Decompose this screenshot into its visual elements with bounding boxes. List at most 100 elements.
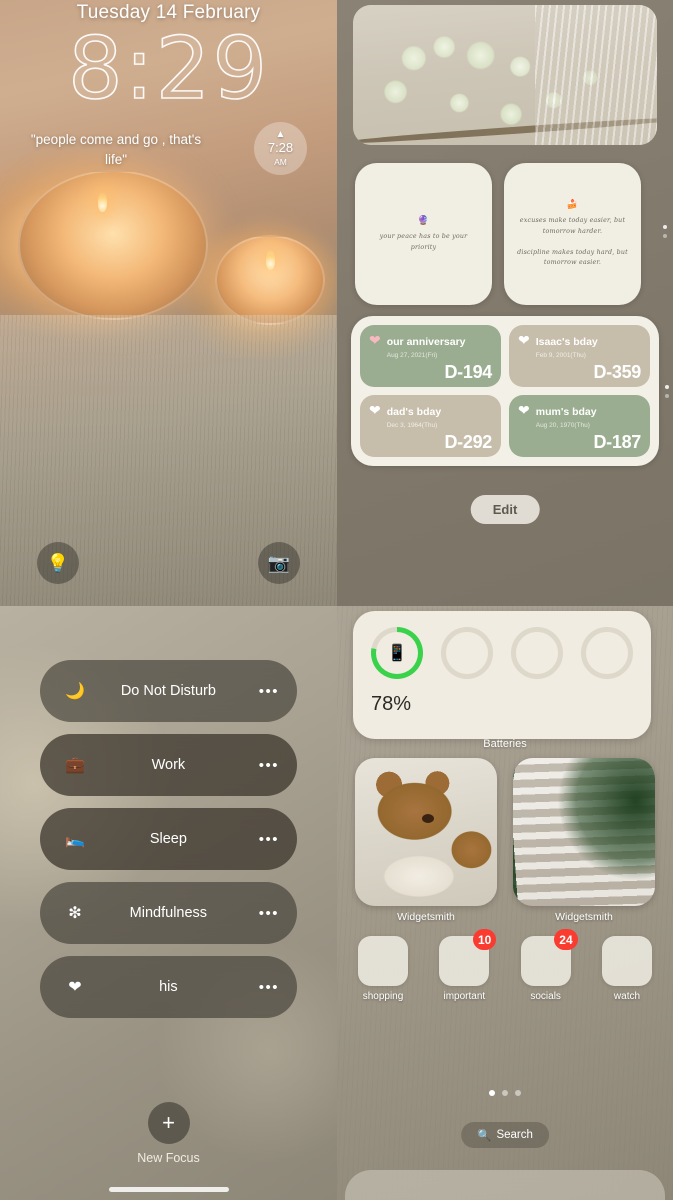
focus-item-label: Mindfulness xyxy=(129,905,208,921)
focus-item-work[interactable]: 💼 Work ••• xyxy=(40,734,297,796)
battery-widget[interactable]: 📱 78% xyxy=(353,611,651,739)
teddy-bear-photo xyxy=(355,758,497,906)
heart-icon: ❤ xyxy=(518,402,530,418)
quote-text: excuses make today easier, but tomorrow … xyxy=(519,217,626,235)
focus-item-more-button[interactable]: ••• xyxy=(259,683,279,700)
lock-screen-quote: "people come and go , that's life" xyxy=(30,132,202,167)
notification-badge: 10 xyxy=(472,929,497,950)
countdown-title: our anniversary xyxy=(386,336,466,348)
countdown-days: D-187 xyxy=(593,432,641,452)
countdown-page-indicator[interactable] xyxy=(665,385,669,398)
app-icon[interactable]: 24 xyxy=(520,929,578,986)
countdown-title: Isaac's bday xyxy=(535,336,598,348)
widgetsmith-widget-2[interactable]: Widgetsmith xyxy=(513,758,655,923)
alarm-meridiem: AM xyxy=(274,156,287,167)
countdown-card[interactable]: ❤ mum's bday Aug 20, 1970(Thu) D-187 xyxy=(509,395,650,457)
quote-widget-row: 🔮 your peace has to be your priority 🍰 e… xyxy=(337,163,673,305)
widgetsmith-widget-1[interactable]: Widgetsmith xyxy=(355,758,497,923)
focus-list: 🌙 Do Not Disturb ••• 💼 Work ••• 🛌 Sleep … xyxy=(40,660,297,1018)
app-label: important xyxy=(443,991,486,1002)
app-icon[interactable] xyxy=(601,936,652,986)
page-dot xyxy=(663,225,667,229)
focus-item-more-button[interactable]: ••• xyxy=(259,757,279,774)
app-label: watch xyxy=(613,991,641,1002)
countdown-days: D-359 xyxy=(593,362,641,382)
flashlight-button[interactable]: 💡 xyxy=(37,542,79,584)
countdown-date: Dec 3, 1964(Thu) xyxy=(386,422,438,429)
widget-page-indicator[interactable] xyxy=(663,225,667,238)
app-icon[interactable]: 10 xyxy=(439,929,497,986)
lock-screen-clock: 8:29 xyxy=(67,19,270,119)
search-button[interactable]: 🔍 Search xyxy=(461,1122,549,1148)
heart-icon: ❤ xyxy=(369,332,381,348)
focus-item-label: Work xyxy=(151,757,186,773)
new-focus-button[interactable]: + New Focus xyxy=(0,1102,337,1165)
notification-badge: 24 xyxy=(554,929,578,950)
focus-item-his[interactable]: ❤ his ••• xyxy=(40,956,297,1018)
focus-item-sleep[interactable]: 🛌 Sleep ••• xyxy=(40,808,297,870)
page-dot xyxy=(515,1090,521,1096)
dock xyxy=(345,1170,665,1200)
page-dot xyxy=(502,1090,508,1096)
battery-widget-label: Batteries xyxy=(483,738,527,750)
countdown-grid: ❤ our anniversary Aug 27, 2021(Fri) D-19… xyxy=(360,325,650,457)
widgets-page-pane: 🔮 your peace has to be your priority 🍰 e… xyxy=(337,0,673,606)
sunrise-icon: ▲ xyxy=(275,129,286,141)
countdown-title: dad's bday xyxy=(386,406,442,418)
countdown-date: Aug 27, 2021(Fri) xyxy=(386,352,438,359)
lock-screen-pane: Tuesday 14 February 8:29 "people come an… xyxy=(0,0,337,606)
home-screen-pane: 📱 78% Batteries Widgetsmith Widgetsmith xyxy=(337,606,673,1200)
countdown-card[interactable]: ❤ Isaac's bday Feb 9, 2001(Thu) D-359 xyxy=(509,325,650,387)
candle-small xyxy=(215,235,325,325)
quote-text: your peace has to be your priority xyxy=(379,232,468,251)
focus-item-label: Do Not Disturb xyxy=(120,683,216,699)
candle-large xyxy=(18,170,208,320)
quote-widget-1[interactable]: 🔮 your peace has to be your priority xyxy=(355,163,492,305)
quote-widget-2[interactable]: 🍰 excuses make today easier, but tomorro… xyxy=(504,163,641,305)
palm-plant-photo xyxy=(513,758,655,906)
page-dot xyxy=(665,385,669,389)
edit-button[interactable]: Edit xyxy=(470,495,540,524)
crystal-ball-icon: 🔮 xyxy=(417,214,430,225)
app-icon[interactable] xyxy=(358,936,408,986)
widget-label: Widgetsmith xyxy=(555,911,613,923)
focus-item-label: his xyxy=(159,979,178,995)
app-shopping[interactable]: shopping xyxy=(351,936,415,1002)
quote-text: discipline makes today hard, but tomorro… xyxy=(517,248,628,267)
battery-ring-row: 📱 xyxy=(371,627,633,679)
app-label: shopping xyxy=(362,991,404,1002)
battery-ring-empty xyxy=(511,627,563,679)
home-page-indicator[interactable] xyxy=(337,1090,673,1096)
app-important[interactable]: 10 important xyxy=(432,929,497,1002)
candle-flame xyxy=(98,192,107,212)
battery-ring-empty xyxy=(581,627,633,679)
camera-button[interactable]: 📷 xyxy=(258,542,300,584)
page-dot xyxy=(663,234,667,238)
flowers-photo-widget[interactable] xyxy=(353,5,657,145)
app-label: socials xyxy=(530,991,561,1002)
countdown-date: Feb 9, 2001(Thu) xyxy=(535,352,586,359)
focus-item-mindfulness[interactable]: ❇ Mindfulness ••• xyxy=(40,882,297,944)
search-label: Search xyxy=(496,1129,533,1141)
focus-item-more-button[interactable]: ••• xyxy=(259,831,279,848)
countdown-days: D-292 xyxy=(444,432,492,452)
countdown-title: mum's bday xyxy=(535,406,597,418)
app-socials[interactable]: 24 socials xyxy=(514,929,578,1002)
focus-item-more-button[interactable]: ••• xyxy=(259,905,279,922)
countdown-date: Aug 20, 1970(Thu) xyxy=(535,422,590,429)
alarm-widget[interactable]: ▲ 7:28 AM xyxy=(254,122,307,175)
heart-icon: ❤ xyxy=(518,332,530,348)
countdown-card[interactable]: ❤ our anniversary Aug 27, 2021(Fri) D-19… xyxy=(360,325,501,387)
focus-panel-pane: 🌙 Do Not Disturb ••• 💼 Work ••• 🛌 Sleep … xyxy=(0,606,337,1200)
countdown-widget-stack[interactable]: ❤ our anniversary Aug 27, 2021(Fri) D-19… xyxy=(351,316,659,466)
battery-ring-empty xyxy=(441,627,493,679)
countdown-days: D-194 xyxy=(444,362,492,382)
flashlight-icon: 💡 xyxy=(46,552,70,573)
app-watch[interactable]: watch xyxy=(595,936,659,1002)
countdown-card[interactable]: ❤ dad's bday Dec 3, 1964(Thu) D-292 xyxy=(360,395,501,457)
page-dot xyxy=(665,394,669,398)
iphone-icon: 📱 xyxy=(387,645,407,662)
focus-item-do-not-disturb[interactable]: 🌙 Do Not Disturb ••• xyxy=(40,660,297,722)
focus-item-more-button[interactable]: ••• xyxy=(259,979,279,996)
plus-icon: + xyxy=(147,1102,190,1144)
